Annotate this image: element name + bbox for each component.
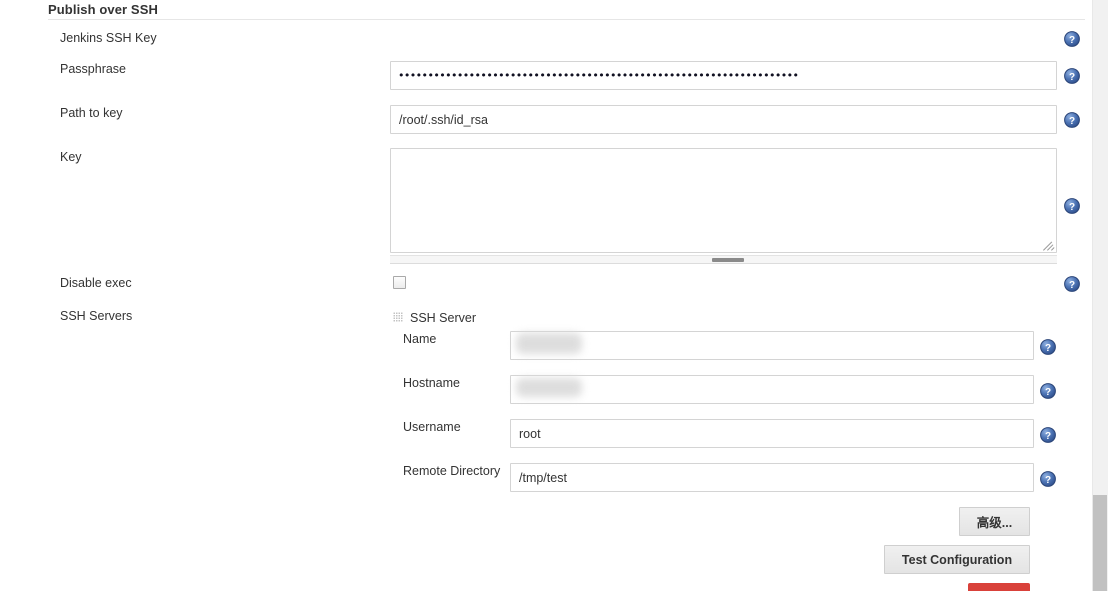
label-path-to-key: Path to key bbox=[60, 106, 123, 120]
passphrase-masked-value: ••••••••••••••••••••••••••••••••••••••••… bbox=[398, 70, 799, 81]
help-icon-path-to-key[interactable]: ? bbox=[1064, 112, 1080, 128]
ssh-server-name-input[interactable] bbox=[510, 331, 1034, 360]
ssh-server-username-input[interactable] bbox=[510, 419, 1034, 448]
disable-exec-checkbox[interactable] bbox=[393, 276, 406, 289]
svg-text:?: ? bbox=[1045, 387, 1051, 398]
svg-text:?: ? bbox=[1069, 72, 1075, 83]
drag-grip-icon[interactable] bbox=[393, 312, 403, 322]
help-icon-ssh-server-remote-directory[interactable]: ? bbox=[1040, 471, 1056, 487]
label-ssh-servers: SSH Servers bbox=[60, 309, 133, 323]
label-disable-exec: Disable exec bbox=[60, 276, 132, 290]
help-icon-key[interactable]: ? bbox=[1064, 198, 1080, 214]
path-to-key-input[interactable] bbox=[390, 105, 1057, 134]
section-divider bbox=[48, 19, 1085, 20]
ssh-server-hostname-redaction bbox=[516, 378, 582, 397]
key-horizontal-scrollbar-thumb[interactable] bbox=[712, 258, 744, 262]
page-scrollbar-track[interactable] bbox=[1092, 0, 1108, 591]
svg-text:?: ? bbox=[1069, 35, 1075, 46]
label-ssh-server-remote-directory: Remote Directory bbox=[403, 464, 501, 478]
key-horizontal-scrollbar[interactable] bbox=[390, 255, 1057, 264]
label-ssh-server-name: Name bbox=[403, 332, 437, 346]
svg-text:?: ? bbox=[1045, 475, 1051, 486]
ssh-server-hostname-input[interactable] bbox=[510, 375, 1034, 404]
publish-over-ssh-config-page: Publish over SSH Jenkins SSH Key ? Passp… bbox=[0, 0, 1108, 591]
help-icon-passphrase[interactable]: ? bbox=[1064, 68, 1080, 84]
key-textarea[interactable] bbox=[390, 148, 1057, 253]
svg-text:?: ? bbox=[1069, 202, 1075, 213]
svg-text:?: ? bbox=[1045, 343, 1051, 354]
advanced-button[interactable]: 高级... bbox=[959, 507, 1030, 536]
save-button[interactable] bbox=[968, 583, 1030, 591]
test-configuration-button[interactable]: Test Configuration bbox=[884, 545, 1030, 574]
ssh-server-block-title: SSH Server bbox=[410, 311, 476, 325]
ssh-server-remote-directory-input[interactable] bbox=[510, 463, 1034, 492]
label-key: Key bbox=[60, 150, 82, 164]
label-jenkins-ssh-key: Jenkins SSH Key bbox=[60, 31, 157, 45]
help-icon-disable-exec[interactable]: ? bbox=[1064, 276, 1080, 292]
svg-text:?: ? bbox=[1069, 116, 1075, 127]
page-scrollbar-thumb[interactable] bbox=[1093, 495, 1107, 591]
label-ssh-server-username: Username bbox=[403, 420, 461, 434]
svg-text:?: ? bbox=[1069, 280, 1075, 291]
help-icon-ssh-server-hostname[interactable]: ? bbox=[1040, 383, 1056, 399]
svg-text:?: ? bbox=[1045, 431, 1051, 442]
ssh-server-name-redaction bbox=[516, 333, 582, 354]
passphrase-input[interactable]: ••••••••••••••••••••••••••••••••••••••••… bbox=[390, 61, 1057, 90]
label-ssh-server-hostname: Hostname bbox=[403, 376, 460, 390]
help-icon-ssh-server-username[interactable]: ? bbox=[1040, 427, 1056, 443]
section-title: Publish over SSH bbox=[48, 2, 158, 17]
label-passphrase: Passphrase bbox=[60, 62, 127, 76]
resize-handle-icon[interactable] bbox=[1042, 238, 1055, 251]
help-icon-ssh-server-name[interactable]: ? bbox=[1040, 339, 1056, 355]
help-icon-jenkins-ssh-key[interactable]: ? bbox=[1064, 31, 1080, 47]
